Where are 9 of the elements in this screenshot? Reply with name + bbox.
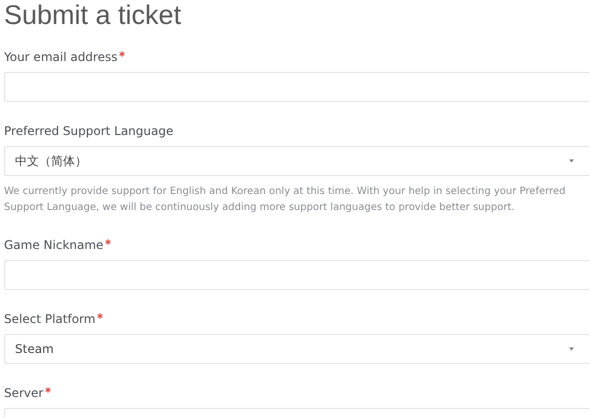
field-label: Select Platform bbox=[4, 312, 96, 326]
page-title: Submit a ticket bbox=[4, 0, 182, 30]
field-label: Game Nickname bbox=[4, 238, 104, 252]
field-label: Preferred Support Language bbox=[4, 124, 174, 138]
field-label: Server bbox=[4, 386, 44, 400]
select-field[interactable]: Steam bbox=[4, 334, 590, 364]
help-text: We currently provide support for English and Korean only at this time. With your help in selecting your Preferred Support Language, we will be continuously adding more support languages to provide better support. bbox=[4, 185, 566, 215]
select-field[interactable]: 中文（简体） bbox=[4, 146, 590, 176]
field-label: Your email address bbox=[4, 50, 118, 64]
